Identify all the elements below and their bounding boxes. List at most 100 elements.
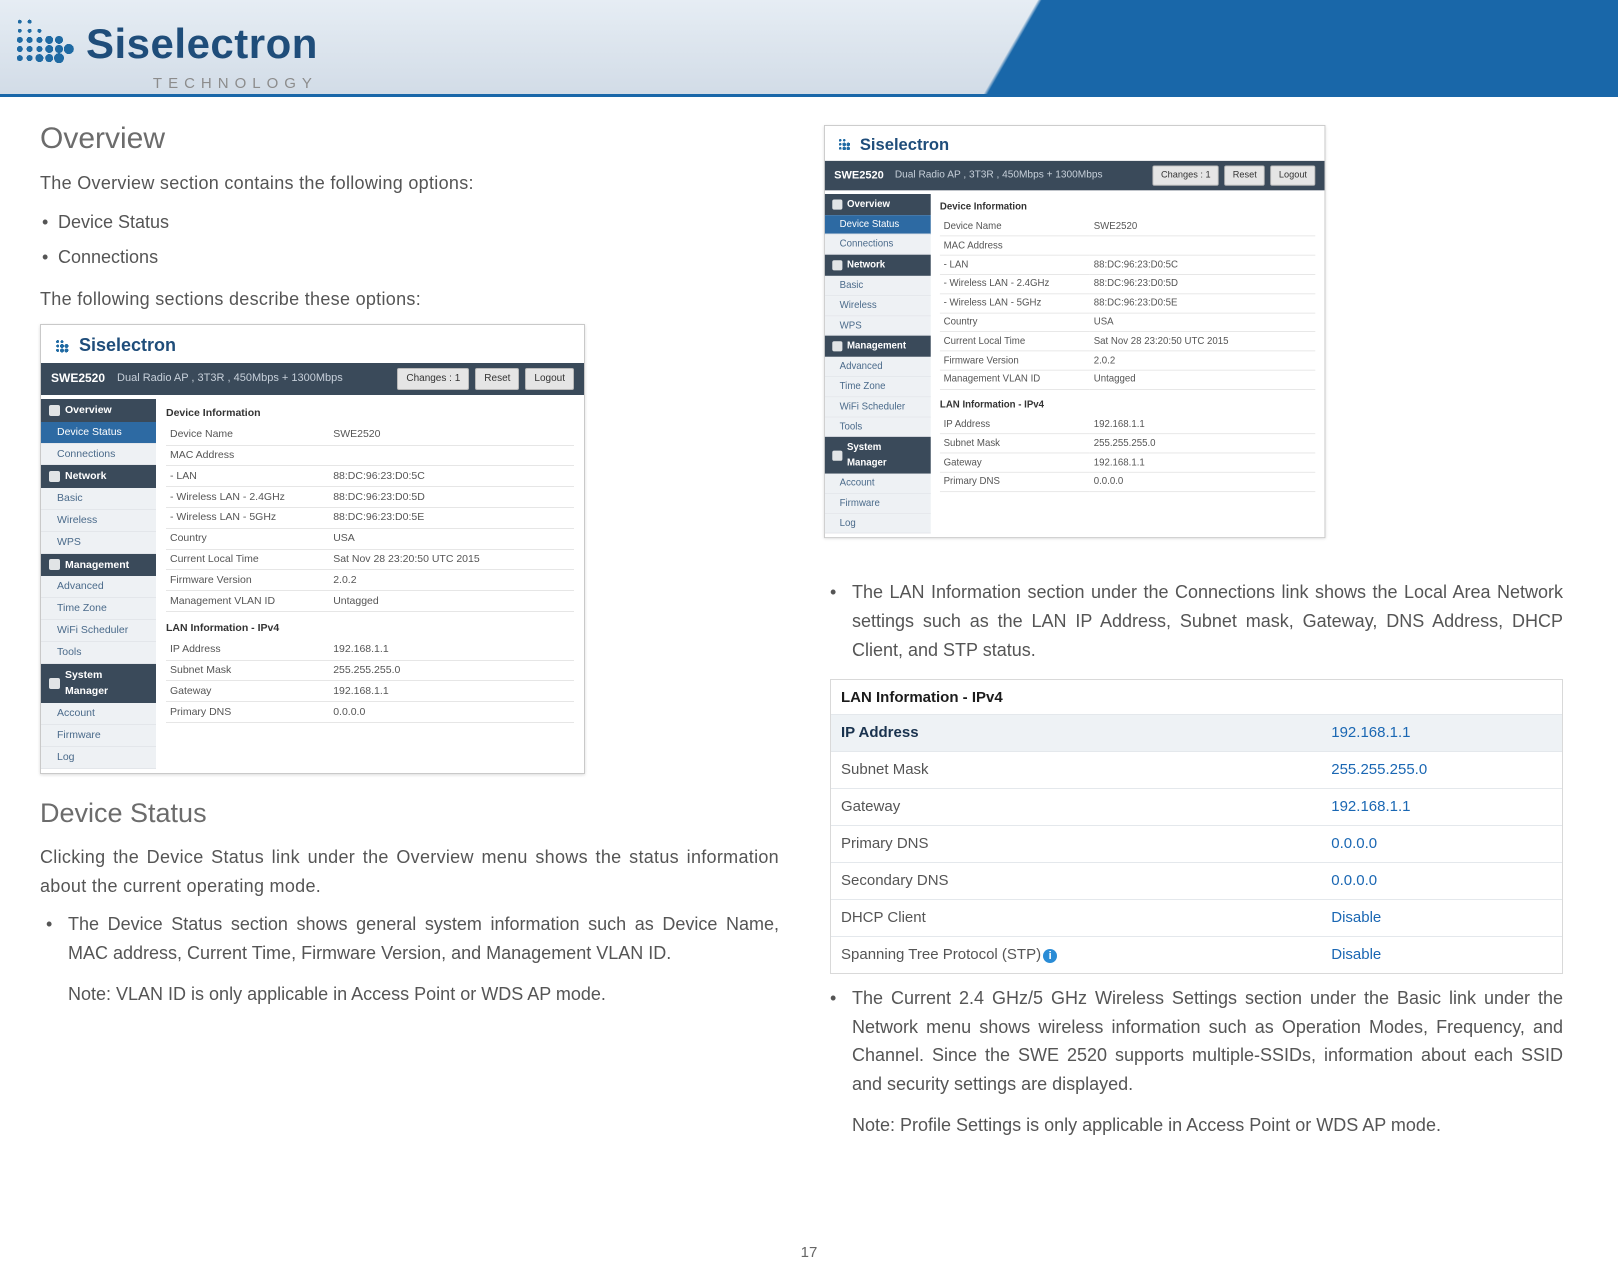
- wireless-settings-note: Note: Profile Settings is only applicabl…: [824, 1111, 1563, 1140]
- page-number: 17: [0, 1241, 1618, 1265]
- brand-logo: Siselectron TECHNOLOGY • • • • •: [10, 10, 318, 97]
- nav2-system-manager[interactable]: System Manager: [825, 437, 931, 473]
- shot2-changes-button[interactable]: Changes : 1: [1153, 165, 1219, 185]
- overview-opt-1: Device Status: [40, 208, 779, 237]
- nav-network[interactable]: Network: [41, 465, 156, 488]
- shot-brand-icon: [51, 335, 73, 357]
- nav2-log[interactable]: Log: [825, 514, 931, 534]
- network-icon: [49, 471, 60, 482]
- shot2-model: SWE2520: [834, 167, 884, 185]
- overview-intro: The Overview section contains the follow…: [40, 169, 779, 198]
- nav-system-manager[interactable]: System Manager: [41, 664, 156, 704]
- shot-devinfo-table: Device NameSWE2520 MAC Address - LAN88:D…: [166, 425, 574, 612]
- nav2-time-zone[interactable]: Time Zone: [825, 377, 931, 397]
- lan-row-gateway: Gateway: [831, 788, 1321, 825]
- shot-changes-button[interactable]: Changes : 1: [397, 368, 469, 390]
- nav2-network[interactable]: Network: [825, 255, 931, 276]
- lan-info-bullet: The LAN Information section under the Co…: [824, 578, 1563, 664]
- lan-information-table: LAN Information - IPv4 IP Address 192.16…: [830, 679, 1563, 974]
- shot-model: SWE2520: [51, 369, 105, 388]
- nav2-basic[interactable]: Basic: [825, 276, 931, 296]
- heading-overview: Overview: [40, 115, 779, 163]
- lan-val-stp: Disable: [1321, 936, 1562, 973]
- wireless-settings-bullet: The Current 2.4 GHz/5 GHz Wireless Setti…: [824, 984, 1563, 1099]
- shot2-logout-button[interactable]: Logout: [1271, 165, 1316, 185]
- system-manager-icon: [832, 450, 842, 460]
- nav-time-zone[interactable]: Time Zone: [41, 598, 156, 620]
- page-header: Siselectron TECHNOLOGY • • • • •: [0, 0, 1618, 97]
- nav-account[interactable]: Account: [41, 703, 156, 725]
- device-status-bullet-1: The Device Status section shows general …: [40, 910, 779, 968]
- nav2-wifi-scheduler[interactable]: WiFi Scheduler: [825, 397, 931, 417]
- nav2-account[interactable]: Account: [825, 474, 931, 494]
- nav-wps[interactable]: WPS: [41, 532, 156, 554]
- shot-sidebar: Overview Device Status Connections Netwo…: [41, 395, 156, 773]
- lan-table-title: LAN Information - IPv4: [831, 680, 1562, 714]
- shot2-brand: Siselectron: [860, 131, 949, 157]
- overview-icon: [832, 199, 842, 209]
- shot-logout-button[interactable]: Logout: [525, 368, 574, 390]
- lan-val-subnet: 255.255.255.0: [1321, 751, 1562, 788]
- nav-basic[interactable]: Basic: [41, 488, 156, 510]
- nav-overview[interactable]: Overview: [41, 399, 156, 422]
- management-icon: [832, 341, 842, 351]
- lan-th-ip: IP Address: [831, 714, 1321, 751]
- shot2-sidebar: Overview Device Status Connections Netwo…: [825, 190, 931, 537]
- overview-opt-2: Connections: [40, 243, 779, 272]
- nav2-overview[interactable]: Overview: [825, 194, 931, 215]
- nav-wifi-scheduler[interactable]: WiFi Scheduler: [41, 620, 156, 642]
- lan-row-pdns: Primary DNS: [831, 825, 1321, 862]
- overview-icon: [49, 405, 60, 416]
- nav-advanced[interactable]: Advanced: [41, 576, 156, 598]
- shot2-brand-icon: [834, 135, 854, 155]
- lan-row-stp: Spanning Tree Protocol (STP)i: [831, 936, 1321, 973]
- management-icon: [49, 559, 60, 570]
- nav2-connections[interactable]: Connections: [825, 235, 931, 255]
- nav-tools[interactable]: Tools: [41, 642, 156, 664]
- nav2-device-status[interactable]: Device Status: [825, 215, 931, 235]
- shot2-sec-devinfo: Device Information: [940, 199, 1315, 214]
- shot2-sec-laninfo: LAN Information - IPv4: [940, 397, 1315, 412]
- shot-reset-button[interactable]: Reset: [475, 368, 519, 390]
- lan-val-dhcp: Disable: [1321, 899, 1562, 936]
- lan-info-screenshot: Siselectron SWE2520 Dual Radio AP , 3T3R…: [824, 125, 1325, 538]
- nav-log[interactable]: Log: [41, 747, 156, 769]
- shot2-laninfo-table: IP Address192.168.1.1 Subnet Mask255.255…: [940, 415, 1315, 492]
- shot-sec-devinfo: Device Information: [166, 405, 574, 422]
- device-status-screenshot: Siselectron SWE2520 Dual Radio AP , 3T3R…: [40, 324, 585, 773]
- lan-th-ipval: 192.168.1.1: [1321, 714, 1562, 751]
- brand-dots2: • • • • •: [86, 96, 318, 97]
- heading-device-status: Device Status: [40, 792, 779, 835]
- shot-sec-laninfo: LAN Information - IPv4: [166, 620, 574, 637]
- nav2-tools[interactable]: Tools: [825, 417, 931, 437]
- right-column: Siselectron SWE2520 Dual Radio AP , 3T3R…: [824, 115, 1563, 1140]
- device-status-note: Note: VLAN ID is only applicable in Acce…: [40, 980, 779, 1009]
- nav2-wps[interactable]: WPS: [825, 316, 931, 336]
- lan-val-pdns: 0.0.0.0: [1321, 825, 1562, 862]
- nav2-wireless[interactable]: Wireless: [825, 296, 931, 316]
- shot2-desc: Dual Radio AP , 3T3R , 450Mbps + 1300Mbp…: [895, 167, 1147, 183]
- shot2-reset-button[interactable]: Reset: [1224, 165, 1265, 185]
- lan-row-subnet: Subnet Mask: [831, 751, 1321, 788]
- brand-dots-icon: [10, 10, 80, 75]
- nav-firmware[interactable]: Firmware: [41, 725, 156, 747]
- lan-row-sdns: Secondary DNS: [831, 862, 1321, 899]
- lan-val-gateway: 192.168.1.1: [1321, 788, 1562, 825]
- device-status-intro: Clicking the Device Status link under th…: [40, 843, 779, 901]
- nav2-firmware[interactable]: Firmware: [825, 494, 931, 514]
- info-icon[interactable]: i: [1043, 949, 1057, 963]
- lan-row-dhcp: DHCP Client: [831, 899, 1321, 936]
- system-manager-icon: [49, 678, 60, 689]
- nav-connections[interactable]: Connections: [41, 444, 156, 466]
- nav-management[interactable]: Management: [41, 554, 156, 577]
- shot-desc: Dual Radio AP , 3T3R , 450Mbps + 1300Mbp…: [117, 370, 391, 388]
- overview-intro2: The following sections describe these op…: [40, 285, 779, 314]
- left-column: Overview The Overview section contains t…: [40, 115, 779, 1140]
- lan-val-sdns: 0.0.0.0: [1321, 862, 1562, 899]
- nav2-advanced[interactable]: Advanced: [825, 357, 931, 377]
- shot2-devinfo-table: Device NameSWE2520 MAC Address - LAN88:D…: [940, 218, 1315, 390]
- nav2-management[interactable]: Management: [825, 336, 931, 357]
- nav-device-status[interactable]: Device Status: [41, 422, 156, 444]
- nav-wireless[interactable]: Wireless: [41, 510, 156, 532]
- network-icon: [832, 260, 842, 270]
